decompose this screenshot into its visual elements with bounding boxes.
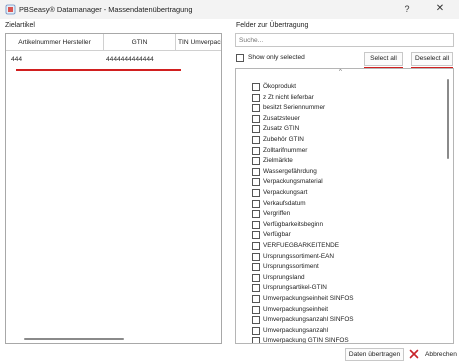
field-label: Ursprungssortiment [263, 263, 319, 271]
field-label: Umverpackungseinheit [263, 305, 329, 313]
field-checkbox[interactable] [252, 146, 260, 155]
deselect-all-button[interactable]: Deselect all [411, 52, 453, 66]
help-button[interactable]: ? [398, 2, 416, 16]
app-icon [5, 4, 16, 15]
field-label: Zielmärkte [263, 157, 293, 165]
column-header-manufacturer-article-number[interactable]: Artikelnummer Hersteller [6, 34, 104, 51]
field-checkbox[interactable] [252, 178, 260, 187]
field-label: z Zt nicht lieferbar [263, 93, 314, 101]
field-checkbox[interactable] [252, 295, 260, 303]
transfer-data-button[interactable]: Daten übertragen [345, 348, 404, 361]
column-header-gtin[interactable]: GTIN [104, 34, 176, 51]
show-only-selected-checkbox[interactable] [236, 54, 244, 62]
field-label: Ökoprodukt [263, 83, 297, 90]
field-checkbox[interactable] [252, 210, 260, 219]
grid-header: Artikelnummer Hersteller GTIN TIN Umverp… [6, 34, 221, 51]
table-row[interactable]: 444 4444444444444 [6, 52, 221, 67]
field-label: Wassergefährdung [263, 167, 317, 175]
field-checkbox[interactable] [252, 252, 260, 261]
fields-to-transfer-label: Felder zur Übertragung [236, 22, 309, 29]
field-checkbox[interactable] [252, 220, 260, 229]
field-label: Umverpackungsanzahl [263, 326, 329, 334]
field-label: Umverpackungseinheit SINFOS [263, 295, 354, 302]
field-label: besitzt Seriennummer [263, 104, 326, 112]
field-label: Verpackungsart [263, 189, 308, 196]
cancel-x-icon [409, 349, 419, 359]
field-label: Vergriffen [263, 210, 291, 218]
cancel-label: Abbrechen [425, 351, 457, 358]
field-checkbox[interactable] [252, 326, 260, 335]
search-field[interactable] [235, 33, 454, 47]
search-input[interactable] [236, 34, 453, 46]
field-checkbox[interactable] [252, 157, 260, 166]
field-checkbox[interactable] [252, 263, 260, 272]
field-checkbox[interactable] [252, 136, 260, 144]
field-label: Zusatzsteuer [263, 114, 300, 122]
vertical-scrollbar[interactable] [447, 79, 449, 159]
field-checkbox[interactable] [252, 93, 260, 102]
column-header-tin-umverpackung[interactable]: TIN Umverpack [176, 34, 221, 51]
title-bar: PBSeasy® Datamanager - Massendatenübertr… [0, 0, 459, 19]
field-label: Ursprungsartikel-GTIN [263, 284, 327, 292]
field-checkbox[interactable] [252, 231, 260, 240]
field-label: Ursprungssortiment-EAN [263, 252, 335, 260]
cell-manufacturer-article-number: 444 [11, 56, 23, 63]
field-checkbox[interactable] [252, 305, 260, 314]
field-checkbox[interactable] [252, 167, 260, 176]
field-label: Verfügbarkeitsbeginn [263, 220, 324, 228]
field-checkbox[interactable] [252, 189, 260, 197]
field-label: Ursprungsland [263, 273, 305, 281]
field-checkbox[interactable] [252, 273, 260, 282]
field-checkbox[interactable] [252, 337, 260, 343]
field-checkbox[interactable] [252, 83, 260, 91]
row-highlight-underline [16, 69, 181, 71]
field-label: Umverpackungsanzahl SINFOS [263, 316, 354, 324]
field-checkbox[interactable] [252, 199, 260, 208]
field-label: Verkaufsdatum [263, 199, 306, 207]
field-checkbox[interactable] [252, 284, 260, 293]
field-label: Verfügbar [263, 231, 291, 239]
field-label: Zubehör GTIN [263, 136, 304, 143]
field-checkbox[interactable] [252, 125, 260, 134]
show-only-selected-label: Show only selected [248, 54, 305, 61]
fields-list[interactable]: ^ Ökoprodukt z Zt nicht lieferbar besitzt … [235, 68, 454, 344]
field-checkbox[interactable] [252, 114, 260, 123]
field-label: Verpackungsmaterial [263, 178, 323, 186]
select-all-button[interactable]: Select all [364, 52, 403, 66]
field-label: Umverpackung GTIN SINFOS [263, 337, 349, 344]
target-articles-label: Zielartikel [5, 22, 35, 29]
target-articles-grid[interactable]: Artikelnummer Hersteller GTIN TIN Umverp… [5, 33, 222, 344]
field-label: Zusatz GTIN [263, 125, 300, 133]
scroll-up-arrow-icon[interactable]: ^ [339, 69, 342, 75]
field-label: Zolltarifnummer [263, 146, 308, 154]
field-checkbox[interactable] [252, 316, 260, 325]
close-button[interactable]: ✕ [431, 2, 449, 16]
field-label: VERFUEGBARKEITENDE [263, 242, 339, 249]
horizontal-scrollbar[interactable] [24, 338, 124, 340]
field-checkbox[interactable] [252, 104, 260, 113]
window-title: PBSeasy® Datamanager - Massendatenübertr… [19, 5, 193, 14]
cell-gtin: 4444444444444 [106, 56, 154, 63]
cancel-button[interactable]: Abbrechen [409, 348, 459, 361]
field-checkbox[interactable] [252, 242, 260, 250]
